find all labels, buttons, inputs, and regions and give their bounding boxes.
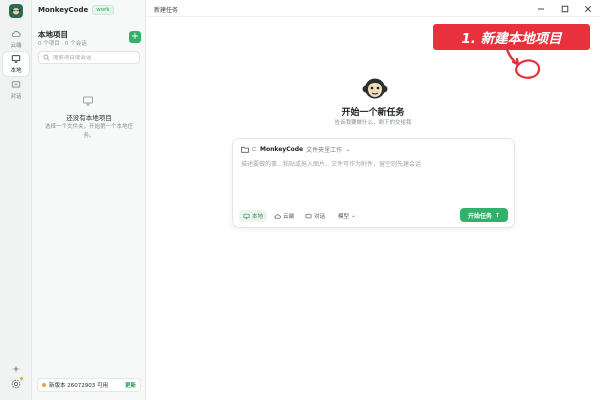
empty-state-title: 还没有本地项目 — [66, 114, 112, 122]
empty-state-description: 选择一个文件夹，开始第一个本地任务。 — [44, 124, 133, 139]
close-icon[interactable] — [582, 3, 594, 14]
left-rail: 云端 本地 对话 — [0, 0, 32, 400]
chevron-down-icon: ⌄ — [351, 213, 356, 219]
empty-monitor-icon — [82, 95, 94, 107]
update-dot-icon — [42, 383, 46, 387]
chat-icon — [11, 81, 21, 88]
model-label: 模型 — [338, 214, 350, 220]
maximize-icon[interactable] — [559, 3, 571, 14]
sparkle-icon[interactable] — [11, 364, 21, 374]
cloud-icon — [11, 30, 21, 37]
arrow-up-icon: ↑ — [494, 211, 501, 219]
mode-cloud-button[interactable]: 云端 — [270, 210, 298, 222]
update-link[interactable]: 更新 — [125, 381, 136, 389]
app-header: MonkeyCode work — [38, 5, 114, 15]
context-row[interactable]: ⊏ MonkeyCode 文件夹里工作 ⌄ — [241, 145, 350, 154]
rail-item-cloud[interactable]: 云端 — [3, 27, 29, 51]
plus-icon: + — [130, 31, 140, 42]
app-name: MonkeyCode — [38, 6, 89, 14]
update-banner: 新版本 26072903 可用 更新 — [37, 378, 141, 392]
update-text: 新版本 26072903 可用 — [49, 383, 108, 389]
monitor-icon — [243, 213, 250, 219]
env-badge: work — [92, 5, 114, 15]
chevron-down-icon: ⌄ — [345, 146, 351, 153]
task-composer: ⊏ MonkeyCode 文件夹里工作 ⌄ 本地 云端 对话 模型 ⌄ 开始任务… — [232, 138, 515, 228]
rail-item-cloud-label: 云端 — [10, 43, 22, 49]
folder-icon — [241, 146, 249, 153]
hero-title: 开始一个新任务 — [341, 108, 405, 118]
branch-icon: ⊏ — [252, 146, 258, 153]
mode-local-button[interactable]: 本地 — [239, 210, 268, 222]
task-input[interactable] — [241, 159, 507, 199]
settings-notice-dot — [20, 377, 23, 380]
project-sidebar: MonkeyCode work 本地项目 0 个项目 · 0 个会话 + 还没有… — [32, 0, 146, 400]
start-task-label: 开始任务 — [467, 212, 492, 220]
model-selector[interactable]: 模型 ⌄ — [338, 212, 356, 220]
add-project-button[interactable]: + — [129, 31, 141, 43]
workspace-label: 文件夹里工作 — [306, 147, 343, 154]
project-name: MonkeyCode — [260, 146, 304, 153]
chat-icon — [305, 213, 312, 218]
mode-selector: 本地 云端 对话 模型 ⌄ — [239, 210, 356, 222]
rail-item-chat[interactable]: 对话 — [3, 78, 29, 102]
title-bar: 新建任务 — [146, 0, 600, 17]
monkey-mascot-icon — [362, 76, 388, 102]
search-icon — [43, 54, 50, 61]
mode-cloud-label: 云端 — [283, 214, 295, 220]
mode-local-label: 本地 — [252, 214, 264, 220]
mode-chat-label: 对话 — [314, 214, 326, 220]
search-box[interactable] — [38, 51, 140, 64]
current-tab-title: 新建任务 — [154, 7, 179, 14]
hero-subtitle: 告诉我要做什么，剩下的交给我 — [334, 120, 412, 126]
section-subtitle: 0 个项目 · 0 个会话 — [38, 41, 87, 47]
mode-chat-button[interactable]: 对话 — [301, 210, 329, 222]
annotation-arrow-icon — [504, 44, 541, 79]
minimize-icon[interactable] — [535, 3, 547, 14]
search-input[interactable] — [52, 54, 139, 61]
rail-item-local-label: 本地 — [10, 68, 22, 74]
settings-gear-icon[interactable] — [10, 377, 23, 390]
rail-item-chat-label: 对话 — [10, 94, 22, 100]
app-logo-icon — [9, 4, 23, 18]
cloud-icon — [274, 213, 281, 219]
rail-item-local[interactable]: 本地 — [3, 52, 29, 76]
start-task-button[interactable]: 开始任务 ↑ — [460, 208, 508, 222]
monitor-icon — [11, 55, 21, 63]
